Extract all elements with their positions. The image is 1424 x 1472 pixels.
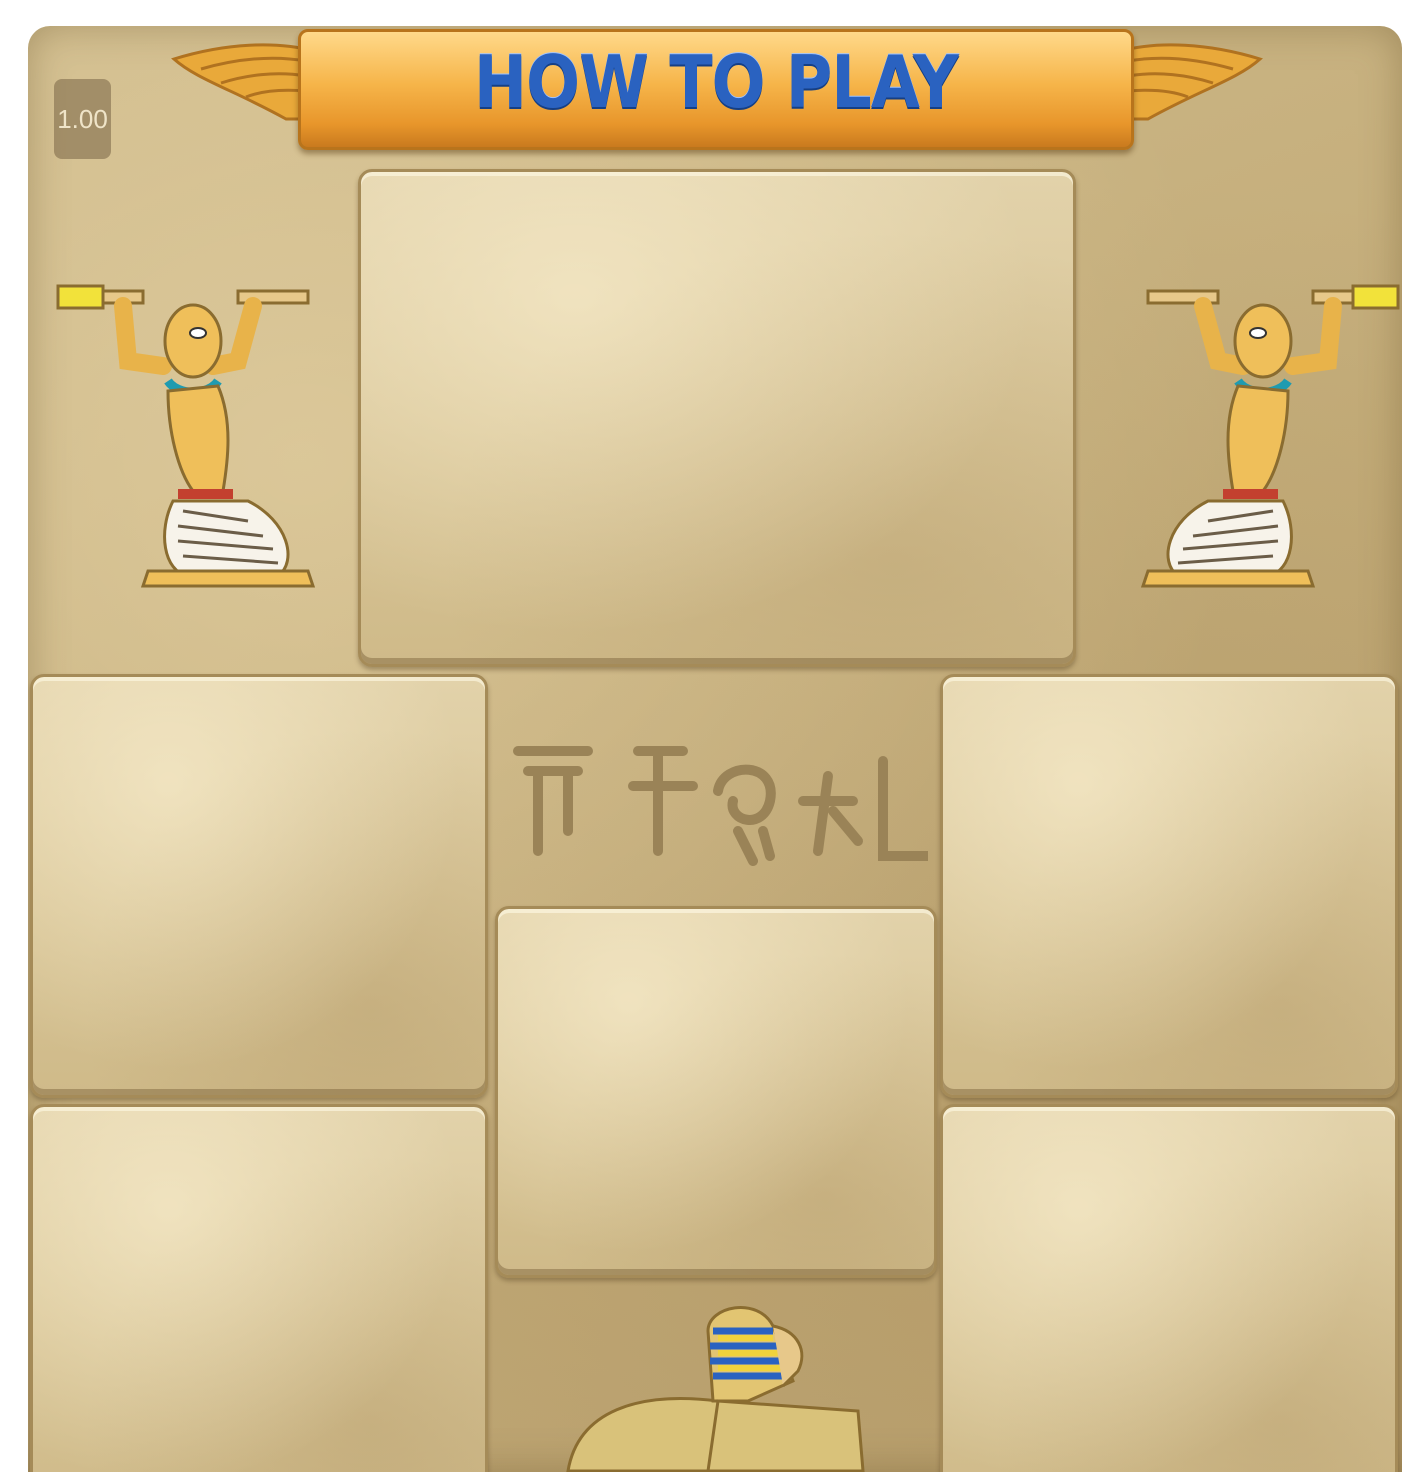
speed-badge[interactable]: 1.00 [54,79,111,159]
sphinx-icon [566,1306,865,1472]
bottom-left-slab [30,1104,488,1472]
right-wing-icon [1118,43,1263,121]
hieroglyph-row-icon [513,746,928,866]
center-slab [495,906,937,1278]
middle-right-slab [940,674,1398,1098]
kneeling-egyptian-figure-icon [56,284,316,588]
banner-scroll: HOW TO PLAY [298,29,1134,150]
how-to-play-panel: HOW TO PLAY 1.00 [28,26,1402,1472]
middle-left-slab [30,674,488,1098]
kneeling-egyptian-figure-icon-right [1140,284,1400,588]
title-banner: HOW TO PLAY [28,26,1402,156]
bottom-right-slab [940,1104,1398,1472]
page-title: HOW TO PLAY [474,40,959,124]
left-wing-icon [171,43,316,121]
top-center-slab [358,169,1076,667]
